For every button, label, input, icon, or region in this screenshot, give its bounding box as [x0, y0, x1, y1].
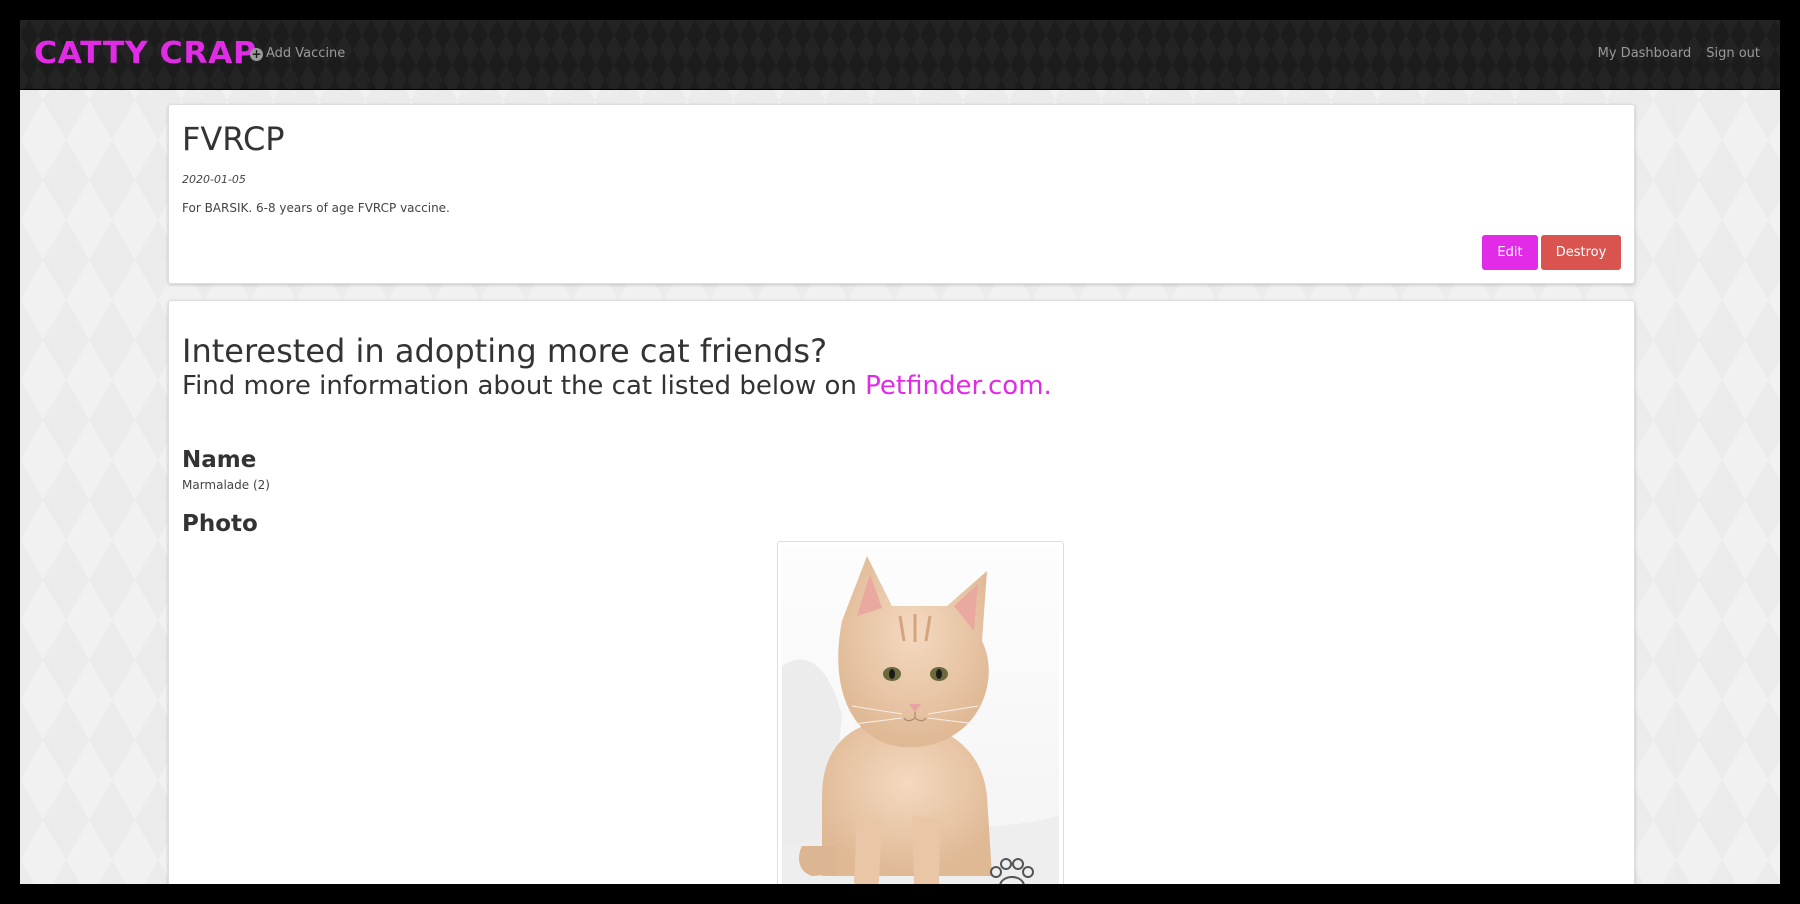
- petfinder-link[interactable]: Petfinder.com.: [865, 371, 1052, 401]
- vaccine-title: FVRCP: [182, 120, 285, 158]
- edit-button[interactable]: Edit: [1482, 235, 1538, 270]
- destroy-button[interactable]: Destroy: [1541, 235, 1621, 270]
- cat-name-value: Marmalade (2): [182, 478, 270, 492]
- sign-out-link[interactable]: Sign out: [1706, 44, 1760, 64]
- vaccine-description: For BARSIK. 6-8 years of age FVRCP vacci…: [182, 201, 450, 215]
- add-vaccine-label: Add Vaccine: [266, 46, 346, 61]
- my-dashboard-link[interactable]: My Dashboard: [1598, 44, 1692, 64]
- adoption-panel: Interested in adopting more cat friends?…: [168, 300, 1635, 884]
- add-vaccine-link[interactable]: + Add Vaccine: [250, 44, 345, 64]
- adoption-subheading-text: Find more information about the cat list…: [182, 371, 857, 401]
- photo-label: Photo: [182, 511, 258, 537]
- adoption-subheading: Find more information about the cat list…: [182, 369, 1052, 403]
- navbar: CATTY CRAP + Add Vaccine My Dashboard Si…: [20, 20, 1780, 90]
- name-label: Name: [182, 447, 257, 473]
- adoption-heading: Interested in adopting more cat friends?: [182, 332, 828, 370]
- cat-photo: [777, 541, 1064, 884]
- nav-right: My Dashboard Sign out: [1598, 44, 1760, 64]
- plus-circle-icon: +: [250, 46, 263, 61]
- vaccine-date: 2020-01-05: [182, 173, 246, 186]
- cat-photo-image: [782, 546, 1059, 884]
- vaccine-panel: FVRCP 2020-01-05 For BARSIK. 6-8 years o…: [168, 104, 1635, 284]
- app-frame: CATTY CRAP + Add Vaccine My Dashboard Si…: [20, 20, 1780, 884]
- brand-logo[interactable]: CATTY CRAP: [34, 34, 257, 74]
